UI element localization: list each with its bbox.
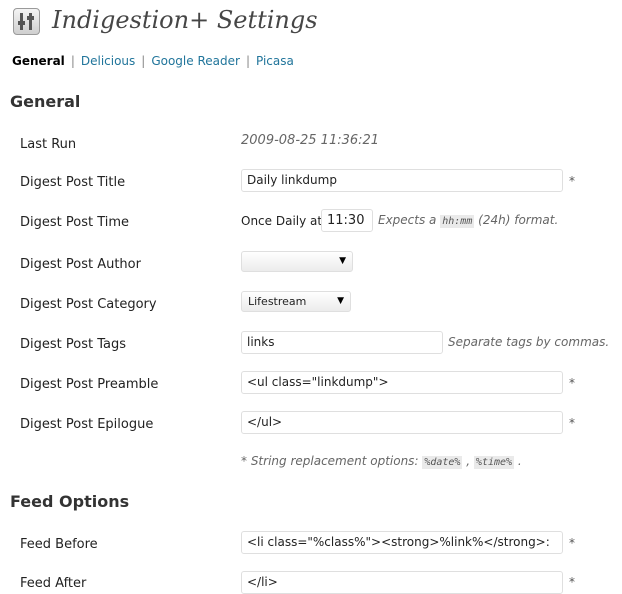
post-tags-hint: Separate tags by commas. [448, 335, 610, 349]
subnav-separator: | [70, 54, 75, 68]
required-marker: * [569, 575, 575, 589]
settings-subnav: General | Delicious | Google Reader | Picasa [12, 54, 294, 68]
replacement-note: * String replacement options: %date% , %… [241, 454, 522, 469]
general-heading: General [10, 92, 81, 111]
post-epilogue-label: Digest Post Epilogue [20, 417, 154, 432]
last-run-label: Last Run [20, 137, 77, 152]
hint-text: Expects a [378, 213, 437, 227]
chevron-down-icon: ▼ [337, 296, 344, 306]
subnav-general: General [12, 54, 65, 68]
required-marker: * [569, 536, 575, 550]
feed-after-input[interactable]: </li> [241, 571, 563, 594]
subnav-google-reader[interactable]: Google Reader [151, 54, 240, 68]
post-time-hint: Expects a hh:mm (24h) format. [378, 213, 559, 228]
post-author-select[interactable]: ▼ [241, 251, 353, 272]
note-text: . [517, 454, 522, 468]
post-title-input[interactable]: Daily linkdump [241, 169, 563, 192]
feed-options-heading: Feed Options [10, 492, 130, 511]
select-value: Lifestream [248, 295, 307, 308]
feed-after-label: Feed After [20, 576, 87, 591]
required-marker: * [569, 174, 575, 188]
page-title: Indigestion+ Settings [52, 6, 318, 34]
note-text: * String replacement options: [241, 454, 419, 468]
post-tags-input[interactable]: links [241, 331, 443, 354]
post-preamble-label: Digest Post Preamble [20, 377, 159, 392]
post-time-label: Digest Post Time [20, 215, 130, 230]
required-marker: * [569, 416, 575, 430]
post-epilogue-input[interactable]: </ul> [241, 411, 563, 434]
feed-before-input[interactable]: <li class="%class%"><strong>%link%</stro… [241, 531, 563, 554]
hint-text: (24h) format. [478, 213, 559, 227]
time-token-code: %time% [473, 456, 515, 469]
settings-sliders-icon [13, 8, 40, 35]
post-category-select[interactable]: Lifestream ▼ [241, 291, 351, 312]
post-author-label: Digest Post Author [20, 257, 141, 272]
required-marker: * [569, 376, 575, 390]
subnav-delicious[interactable]: Delicious [81, 54, 135, 68]
post-title-label: Digest Post Title [20, 175, 126, 190]
time-format-code: hh:mm [440, 215, 475, 228]
post-category-label: Digest Post Category [20, 297, 157, 312]
note-text: , [466, 454, 471, 468]
subnav-separator: | [245, 54, 250, 68]
post-time-prefix: Once Daily at [241, 214, 323, 228]
post-time-input[interactable]: 11:30 [321, 209, 373, 232]
last-run-value: 2009-08-25 11:36:21 [241, 133, 380, 148]
subnav-separator: | [141, 54, 146, 68]
post-tags-label: Digest Post Tags [20, 337, 126, 352]
post-preamble-input[interactable]: <ul class="linkdump"> [241, 371, 563, 394]
date-token-code: %date% [422, 456, 463, 469]
chevron-down-icon: ▼ [339, 256, 346, 266]
subnav-picasa[interactable]: Picasa [256, 54, 294, 68]
feed-before-label: Feed Before [20, 537, 98, 552]
